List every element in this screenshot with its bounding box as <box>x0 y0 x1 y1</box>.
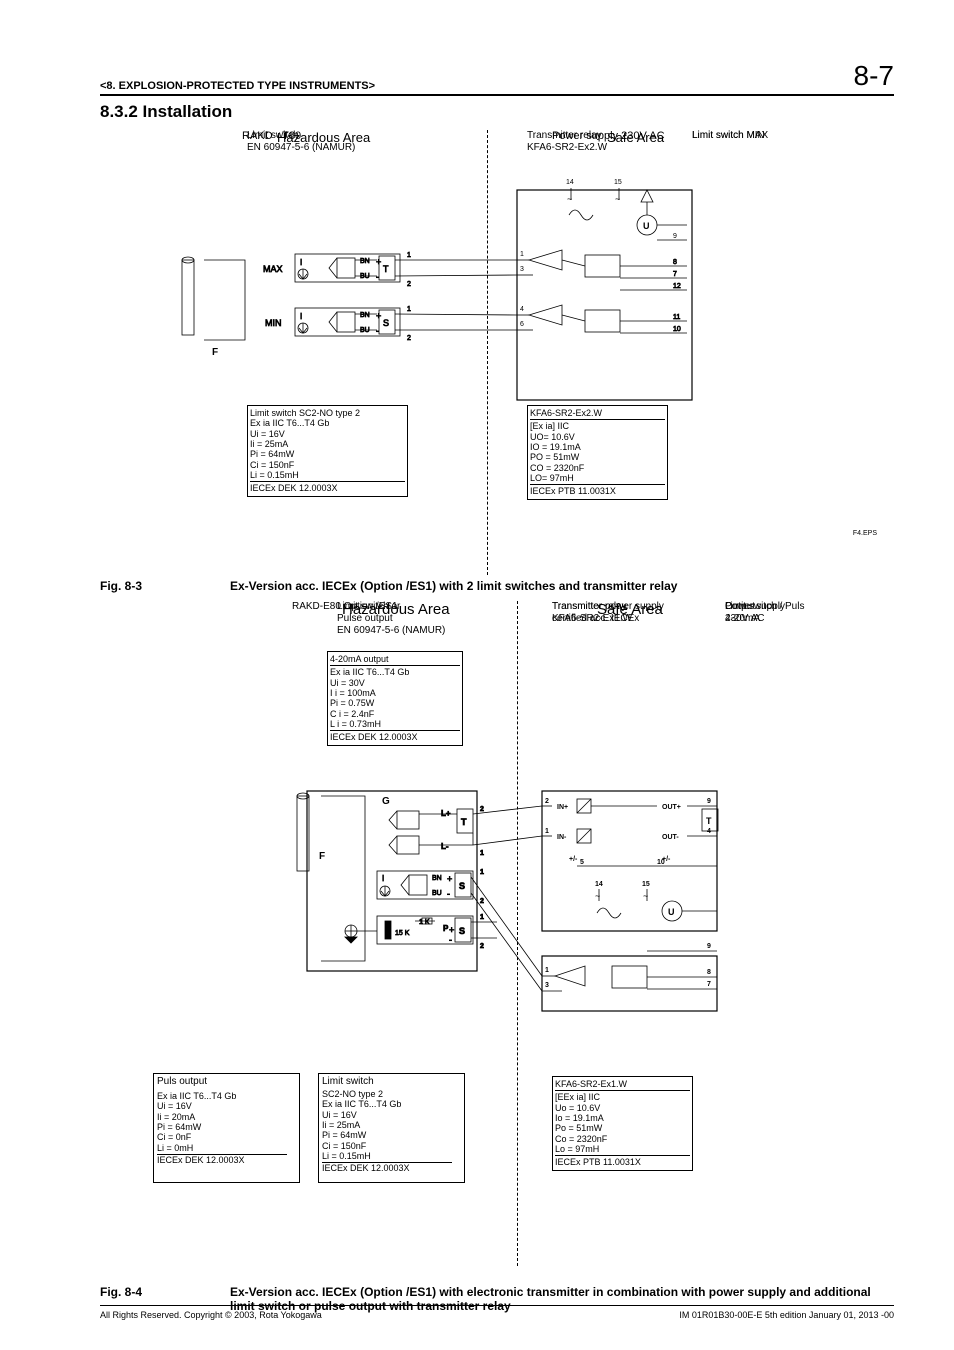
svg-text:9: 9 <box>673 233 677 240</box>
svg-text:6: 6 <box>520 321 524 328</box>
svg-text:BN: BN <box>432 875 442 882</box>
svg-text:1: 1 <box>480 914 484 921</box>
svg-text:T: T <box>706 816 712 826</box>
svg-text:1: 1 <box>480 850 484 857</box>
figure-8-4: Hazardous Area Safe Area 4-20mA outputEx… <box>117 601 877 1281</box>
svg-text:BN: BN <box>360 312 370 319</box>
fig1-caption: Fig. 8-3Ex-Version acc. IECEx (Option /E… <box>100 579 894 593</box>
svg-text:1: 1 <box>407 306 411 313</box>
svg-text:F: F <box>319 851 325 862</box>
svg-text:1 K: 1 K <box>419 919 430 926</box>
svg-text:7: 7 <box>707 981 711 988</box>
ls-puls-label: Limit switch / Puls <box>725 601 804 613</box>
limit-switch-title: Limit switchEN 60947-5-6 (NAMUR) <box>247 130 355 154</box>
svg-text:MAX: MAX <box>263 264 283 274</box>
tx-relay-title: Transmitter relayKFA6-SR2-Ex2.W <box>527 130 607 154</box>
svg-text:L-: L- <box>441 842 449 851</box>
svg-text:5: 5 <box>580 859 584 866</box>
svg-text:1: 1 <box>407 252 411 259</box>
header-title: <8. EXPLOSION-PROTECTED TYPE INSTRUMENTS… <box>100 80 375 92</box>
svg-text:OUT-: OUT- <box>662 834 679 841</box>
svg-text:9: 9 <box>707 943 711 950</box>
svg-text:1: 1 <box>545 967 549 974</box>
spec-right-2: KFA6-SR2-Ex1.W[EEx ia] IICUo = 10.6VIo =… <box>552 1076 693 1171</box>
svg-text:9: 9 <box>707 798 711 805</box>
svg-text:F: F <box>212 347 218 358</box>
svg-text:15 K: 15 K <box>395 930 410 937</box>
page-header: <8. EXPLOSION-PROTECTED TYPE INSTRUMENTS… <box>100 60 894 96</box>
svg-text:2: 2 <box>480 898 484 905</box>
footer-left: All Rights Reserved. Copyright © 2003, R… <box>100 1310 322 1320</box>
svg-text:S: S <box>459 881 465 891</box>
svg-text:1: 1 <box>480 869 484 876</box>
svg-text:-: - <box>376 326 379 336</box>
page-number: 8-7 <box>854 60 894 92</box>
svg-text:I: I <box>382 874 384 883</box>
svg-text:15: 15 <box>642 881 650 888</box>
svg-text:L+: L+ <box>441 809 451 818</box>
svg-text:I: I <box>300 312 302 321</box>
section-heading: 8.3.2 Installation <box>100 102 894 122</box>
svg-text:8: 8 <box>707 969 711 976</box>
svg-text:BU: BU <box>360 327 370 334</box>
svg-text:+/-: +/- <box>569 856 578 863</box>
svg-text:~: ~ <box>615 194 620 204</box>
svg-text:~: ~ <box>595 891 600 901</box>
svg-text:1: 1 <box>545 828 549 835</box>
svg-text:+: + <box>449 925 454 935</box>
svg-text:U: U <box>643 221 650 231</box>
spec-left: Limit switch SC2-NO type 2Ex ia IIC T6..… <box>247 405 408 497</box>
svg-text:15: 15 <box>614 179 622 186</box>
svg-text:-: - <box>376 272 379 282</box>
svg-text:1: 1 <box>520 251 524 258</box>
svg-text:OUT+: OUT+ <box>662 804 681 811</box>
ls-pulse-title: Limit switch orPulse outputEN 60947-5-6 … <box>337 601 445 637</box>
svg-text:S: S <box>383 318 389 328</box>
svg-text:~: ~ <box>567 194 572 204</box>
figure-8-3: Hazardous Area Safe Area Power supply 23… <box>117 130 877 575</box>
svg-text:G: G <box>382 796 390 807</box>
tx-relay-title-2: Transmitter relayKFA6-SR2-Ex1.W <box>552 601 632 625</box>
svg-text:T: T <box>461 817 467 827</box>
svg-text:S: S <box>459 926 465 936</box>
svg-text:-: - <box>449 935 452 945</box>
svg-text:8: 8 <box>673 259 677 266</box>
ls-min-label: Limit switch MIN <box>692 130 765 142</box>
svg-text:BU: BU <box>360 273 370 280</box>
svg-text:IN-: IN- <box>557 834 567 841</box>
svg-text:I: I <box>300 258 302 267</box>
svg-text:BU: BU <box>432 890 442 897</box>
svg-text:3: 3 <box>545 982 549 989</box>
svg-text:~: ~ <box>643 891 648 901</box>
svg-text:2: 2 <box>545 798 549 805</box>
svg-text:12: 12 <box>673 283 681 290</box>
eps-label: F4.EPS <box>853 530 877 538</box>
svg-text:BN: BN <box>360 258 370 265</box>
fig1-diagram: 14 15 ~~ U 9 8 7 12 11 10 1 3 4 6 F MAX … <box>117 170 877 570</box>
fig2-diagram: 2 IN+ OUT+ 9 T 1 IN- OUT- 4 +/- +/- 510 … <box>117 781 877 1081</box>
svg-text:7: 7 <box>673 271 677 278</box>
spec-right: KFA6-SR2-Ex2.W[Ex ia] IICUO= 10.6VIO = 1… <box>527 405 668 500</box>
spec-top: 4-20mA outputEx ia IIC T6...T4 GbUi = 30… <box>327 651 463 746</box>
svg-text:11: 11 <box>673 314 680 321</box>
svg-text:3: 3 <box>520 266 524 273</box>
page-footer: All Rights Reserved. Copyright © 2003, R… <box>100 1305 894 1320</box>
svg-text:T: T <box>383 264 389 274</box>
svg-text:+: + <box>447 874 452 884</box>
svg-text:10: 10 <box>657 859 665 866</box>
svg-text:-: - <box>447 889 450 899</box>
svg-text:2: 2 <box>407 281 411 288</box>
svg-text:14: 14 <box>595 881 603 888</box>
svg-text:2: 2 <box>407 335 411 342</box>
svg-text:MIN: MIN <box>265 318 282 328</box>
svg-text:14: 14 <box>566 179 574 186</box>
svg-text:U: U <box>668 907 675 917</box>
svg-text:2: 2 <box>480 806 484 813</box>
svg-text:2: 2 <box>480 943 484 950</box>
svg-text:4: 4 <box>707 828 711 835</box>
svg-text:IN+: IN+ <box>557 804 568 811</box>
svg-text:4: 4 <box>520 306 524 313</box>
footer-right: IM 01R01B30-00E-E 5th edition January 01… <box>679 1310 894 1320</box>
svg-text:10: 10 <box>673 326 681 333</box>
